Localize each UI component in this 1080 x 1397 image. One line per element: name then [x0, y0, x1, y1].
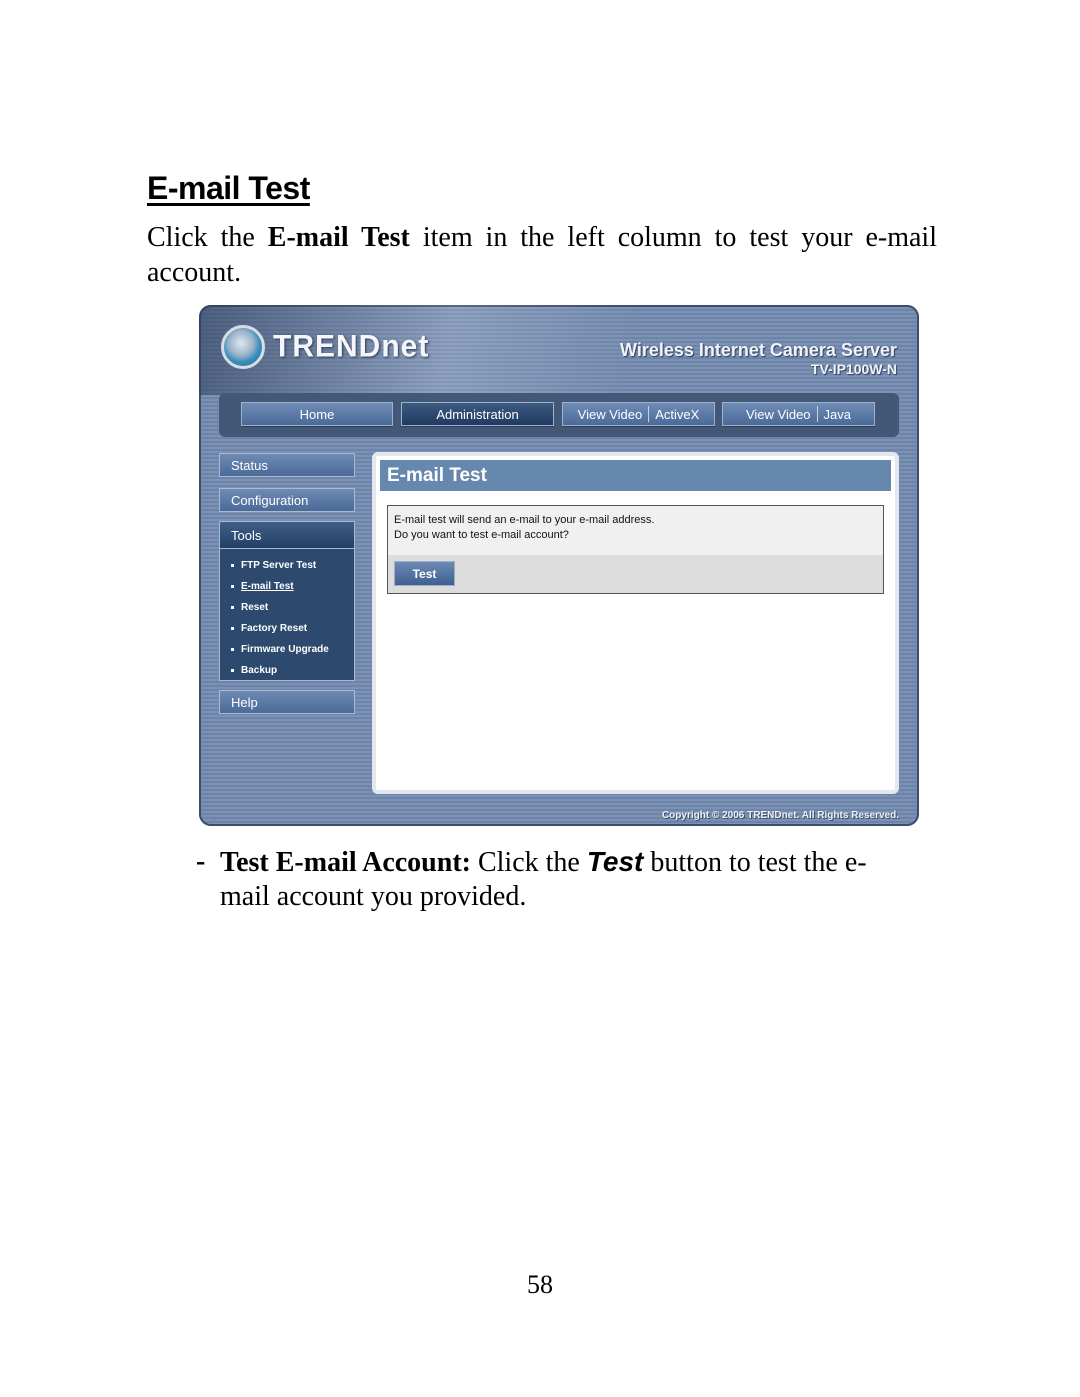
message-line: E-mail test will send an e-mail to your …: [394, 514, 655, 526]
nav-label: Java: [823, 406, 852, 422]
sidebar-tools-label: Tools: [231, 527, 262, 543]
bullet-pre: Click the: [470, 847, 587, 878]
tools-item-reset[interactable]: Reset: [231, 597, 354, 618]
bullet-dash: -: [196, 846, 206, 877]
tools-menu: FTP Server Test E-mail Test Reset Factor…: [220, 549, 354, 681]
sidebar-help[interactable]: Help: [219, 690, 355, 714]
bullet-test-email-account: - Test E-mail Account: Click the Test bu…: [196, 845, 908, 914]
sidebar-help-label: Help: [231, 694, 258, 710]
sidebar-configuration-label: Configuration: [231, 492, 309, 508]
sidebar-status-label: Status: [231, 457, 268, 473]
content-pane: E-mail Test E-mail test will send an e-m…: [372, 452, 899, 794]
copyright: Copyright © 2006 TRENDnet. All Rights Re…: [661, 810, 899, 821]
nav-label: ActiveX: [655, 406, 700, 422]
tools-item-ftp-server-test[interactable]: FTP Server Test: [231, 555, 354, 576]
sidebar-tools: Tools FTP Server Test E-mail Test Reset …: [219, 521, 355, 681]
email-test-screenshot: TRENDnet Wireless Internet Camera Server…: [199, 305, 919, 826]
section-title: E-mail Test: [147, 170, 310, 206]
sidebar-tools-header[interactable]: Tools: [220, 522, 354, 549]
logo-text: TRENDnet: [273, 329, 430, 364]
nav-view-video-activex[interactable]: View Video ActiveX: [562, 402, 715, 426]
panel-message: E-mail test will send an e-mail to your …: [388, 506, 883, 555]
bullet-text: Test E-mail Account: Click the Test butt…: [220, 845, 908, 914]
tools-item-label: Firmware Upgrade: [241, 644, 329, 655]
sidebar-configuration[interactable]: Configuration: [219, 488, 355, 512]
nav-home-label: Home: [299, 406, 335, 422]
trendnet-logo-icon: [221, 325, 265, 369]
sidebar-status[interactable]: Status: [219, 453, 355, 477]
product-title: Wireless Internet Camera Server: [620, 340, 897, 360]
bullet-italic: Test: [586, 846, 644, 877]
top-nav: Home Administration View Video ActiveX Vi…: [219, 393, 899, 437]
tools-item-label: E-mail Test: [241, 581, 294, 592]
content-title: E-mail Test: [380, 460, 891, 491]
nav-home[interactable]: Home: [241, 402, 393, 426]
page-number: 58: [527, 1270, 553, 1299]
tools-item-label: FTP Server Test: [241, 560, 317, 571]
tools-item-factory-reset[interactable]: Factory Reset: [231, 618, 354, 639]
nav-view-video-java[interactable]: View Video Java: [722, 402, 875, 426]
email-test-panel: E-mail test will send an e-mail to your …: [387, 505, 884, 594]
intro-text: Click the: [147, 222, 268, 253]
nav-administration-label: Administration: [436, 406, 519, 422]
tools-item-firmware-upgrade[interactable]: Firmware Upgrade: [231, 639, 354, 660]
intro-bold: E-mail Test: [267, 222, 410, 253]
separator: [648, 406, 650, 422]
nav-label: View Video: [577, 406, 643, 422]
tools-item-label: Reset: [241, 602, 269, 613]
test-button[interactable]: Test: [394, 561, 455, 586]
nav-administration[interactable]: Administration: [401, 402, 554, 426]
panel-footer: Test: [388, 555, 883, 593]
trendnet-logo: TRENDnet: [221, 325, 429, 369]
product-model: TV-IP100W-N: [810, 361, 897, 377]
tools-item-label: Backup: [241, 665, 278, 676]
tools-item-label: Factory Reset: [241, 623, 308, 634]
message-line: Do you want to test e-mail account?: [394, 529, 569, 541]
tools-item-backup[interactable]: Backup: [231, 660, 354, 681]
bullet-bold: Test E-mail Account:: [220, 847, 471, 878]
intro-paragraph: Click the E-mail Test item in the left c…: [147, 220, 937, 290]
tools-item-email-test[interactable]: E-mail Test: [231, 576, 354, 597]
nav-label: View Video: [745, 406, 811, 422]
separator: [816, 406, 818, 422]
